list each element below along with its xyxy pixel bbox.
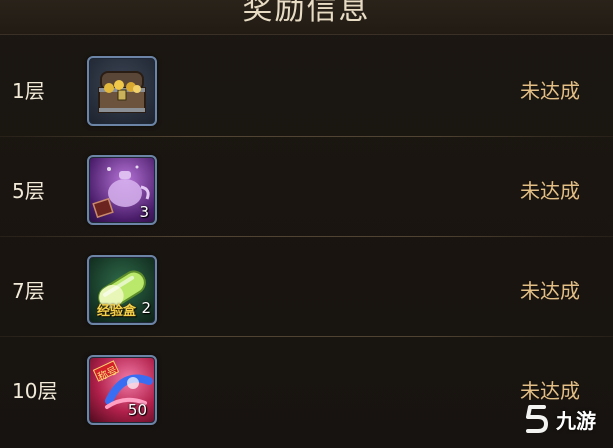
- reward-row-5: 5层 3 未达成: [0, 137, 613, 237]
- red-orb-icon[interactable]: 称号 50: [87, 355, 157, 425]
- reward-status: 未达成: [520, 279, 580, 303]
- floor-label: 10层: [12, 379, 58, 403]
- floor-label: 1层: [12, 79, 45, 103]
- item-count: 3: [139, 203, 149, 221]
- item-count: 2: [141, 299, 151, 317]
- reward-status: 未达成: [520, 79, 580, 103]
- watermark-text: 九游: [556, 409, 596, 433]
- purple-teapot-icon[interactable]: 3: [87, 155, 157, 225]
- panel-header: 奖励信息: [0, 0, 613, 35]
- experience-pill-icon[interactable]: 经验盒 2: [87, 255, 157, 325]
- treasure-chest-icon[interactable]: [87, 56, 157, 126]
- reward-status: 未达成: [520, 179, 580, 203]
- reward-row-1: 1层 未达成: [0, 37, 613, 137]
- reward-row-7: 7层 经验盒 2 未达成: [0, 237, 613, 337]
- item-label: 经验盒: [97, 304, 137, 319]
- reward-panel: 奖励信息 1层 未达成 5层 3 未达成 7层 经验盒 2 未达成 10层 称号…: [0, 0, 613, 448]
- floor-label: 7层: [12, 279, 45, 303]
- jiuyou-logo-icon: [522, 403, 554, 435]
- jiuyou-watermark: 九游: [522, 399, 608, 439]
- item-count: 50: [127, 401, 147, 419]
- floor-label: 5层: [12, 179, 45, 203]
- panel-title: 奖励信息: [242, 0, 371, 27]
